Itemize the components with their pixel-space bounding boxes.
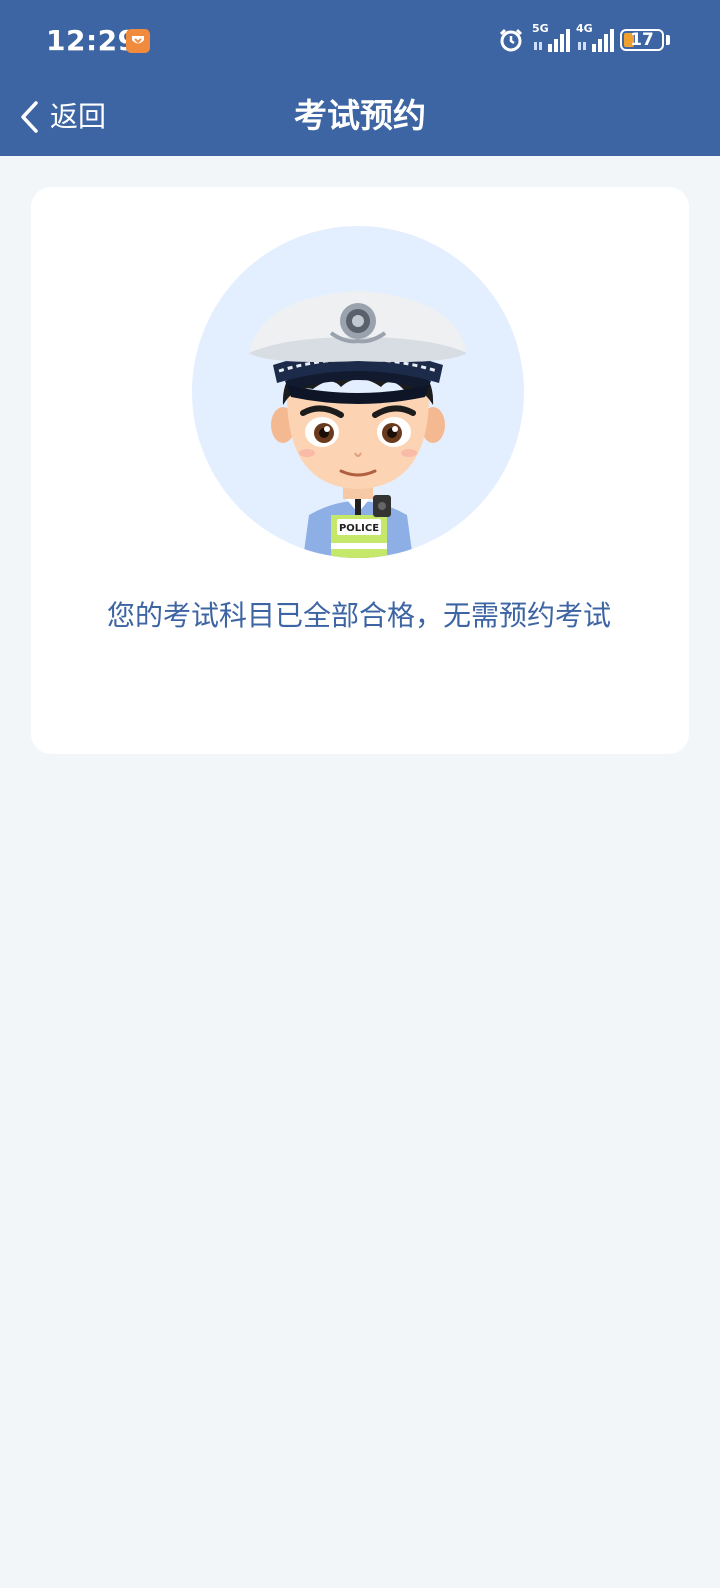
alarm-icon: [499, 28, 523, 52]
status-message: 您的考试科目已全部合格，无需预约考试: [107, 599, 612, 632]
status-icons: 5G 4G 17: [480, 0, 720, 80]
status-card: POLICE 您的考试科目已全部合格，无需预约考试: [31, 187, 689, 754]
status-time: 12:29: [46, 24, 138, 57]
status-bar: 12:29 5G 4G 17: [0, 0, 720, 80]
battery-tip: [666, 35, 670, 45]
police-officer-avatar: POLICE: [192, 226, 524, 558]
network-5g-label: 5G: [532, 22, 549, 35]
battery-icon: 17: [620, 29, 664, 51]
page-title: 考试预约: [294, 96, 426, 135]
network-4g-label: 4G: [576, 22, 593, 35]
signal-4g-icon: 4G: [576, 22, 618, 58]
signal-5g-icon: 5G: [532, 22, 574, 58]
app-badge-icon: [126, 29, 150, 53]
svg-text:POLICE: POLICE: [339, 523, 379, 534]
battery-level: 17: [630, 30, 654, 50]
nav-bar: 返回 考试预约: [0, 80, 720, 156]
app-header: 12:29 5G 4G 17 返回 考试预约: [0, 0, 720, 156]
